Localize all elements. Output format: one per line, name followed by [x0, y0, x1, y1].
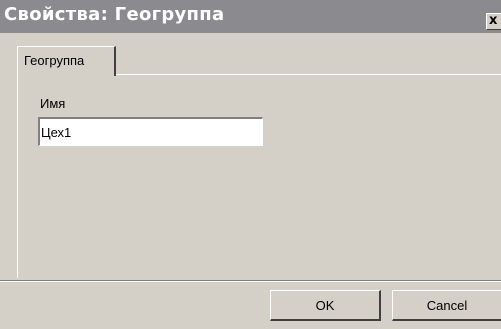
cancel-button[interactable]: Cancel	[392, 290, 501, 321]
tab-geogroup[interactable]: Геогруппа	[17, 46, 116, 76]
tab-panel	[17, 74, 501, 278]
ok-button[interactable]: OK	[270, 290, 381, 321]
window-title: Свойства: Геогруппа	[4, 4, 225, 25]
properties-dialog: Свойства: Геогруппа x Геогруппа Имя OK C…	[0, 0, 501, 329]
tab-label: Геогруппа	[24, 53, 85, 68]
close-button[interactable]: x	[486, 13, 501, 30]
button-area-divider-highlight	[0, 281, 501, 282]
close-icon: x	[489, 13, 498, 28]
title-bar[interactable]: Свойства: Геогруппа x	[0, 0, 501, 33]
